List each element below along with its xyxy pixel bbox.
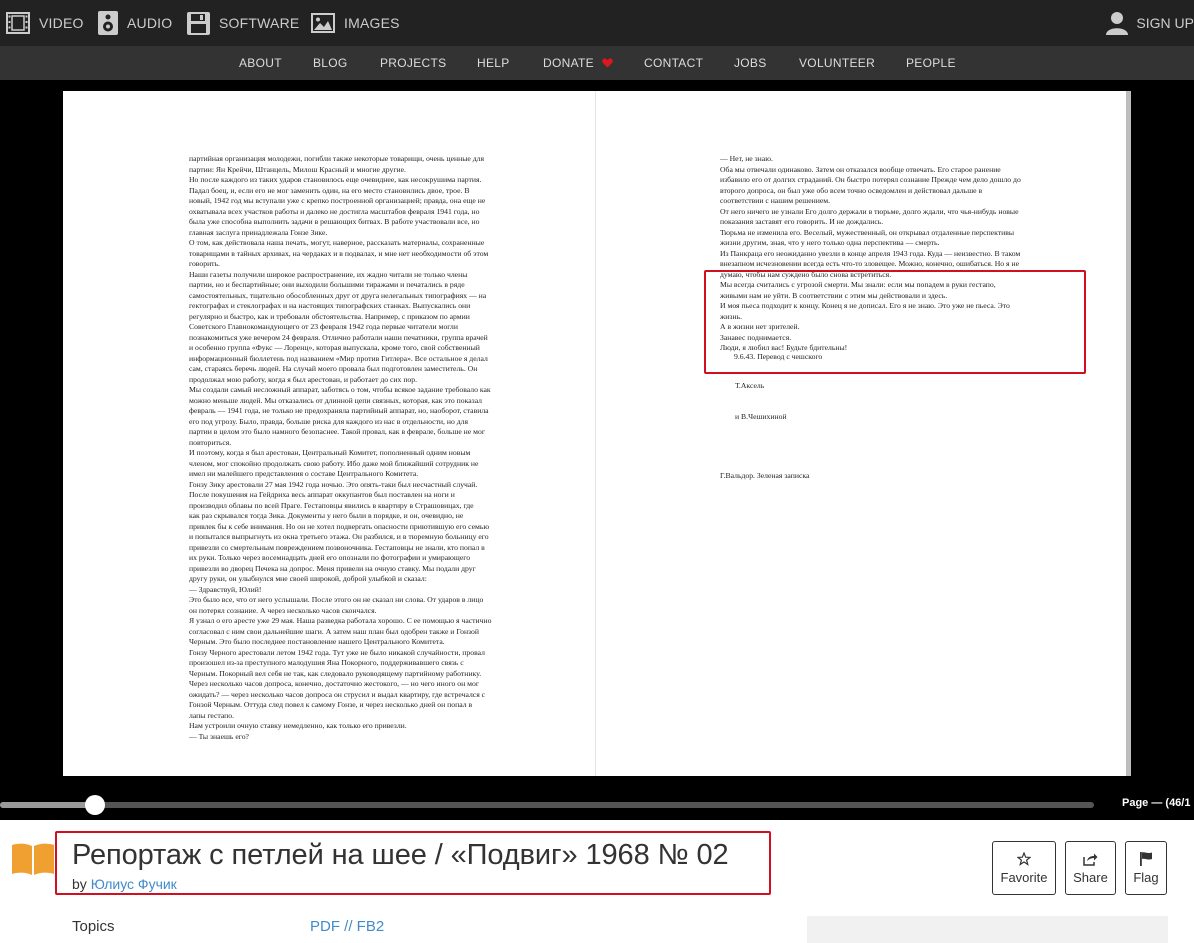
floppy-disk-icon	[187, 11, 210, 35]
user-icon	[1106, 12, 1129, 35]
nav-audio-label: AUDIO	[127, 15, 173, 31]
sign-up-link[interactable]: SIGN UP	[1106, 0, 1194, 46]
book-page-left[interactable]: партийная организация молодежи, погибли …	[63, 91, 595, 776]
subnav-volunteer[interactable]: VOLUNTEER	[799, 46, 875, 80]
book-icon	[12, 843, 54, 875]
topics-link[interactable]: PDF // FB2	[310, 918, 384, 935]
book-page-edge	[1126, 91, 1131, 776]
nav-video[interactable]: VIDEO	[6, 0, 84, 46]
page-scrubber-track[interactable]	[0, 802, 1094, 808]
subnav-donate[interactable]: DONATE	[543, 46, 613, 80]
speaker-icon	[98, 11, 118, 35]
film-icon	[6, 12, 30, 34]
page-scrubber-handle[interactable]	[85, 795, 105, 815]
secondary-navigation: ABOUT BLOG PROJECTS HELP DONATE CONTACT …	[0, 46, 1194, 80]
nav-audio[interactable]: AUDIO	[98, 0, 172, 46]
flag-button[interactable]: Flag	[1125, 841, 1167, 895]
nav-images-label: IMAGES	[344, 15, 400, 31]
side-panel	[807, 916, 1168, 943]
right-page-source: Г.Вальдор. Зеленая записка	[720, 471, 810, 480]
star-icon	[1017, 851, 1031, 866]
right-page-text-top: — Нет, не знаю. Оба мы отвечали одинаков…	[720, 154, 1021, 279]
right-page-translator-2: и В.Чешихиной	[735, 412, 787, 421]
share-label: Share	[1073, 869, 1108, 885]
subnav-about[interactable]: ABOUT	[239, 46, 282, 80]
heart-icon	[601, 58, 613, 68]
text-highlight-box	[704, 270, 1086, 374]
left-page-text: партийная организация молодежи, погибли …	[189, 154, 492, 741]
subnav-people[interactable]: PEOPLE	[906, 46, 956, 80]
flag-icon	[1140, 852, 1152, 866]
topics-label: Topics	[72, 918, 115, 935]
right-page-translator-1: Т.Аксель	[735, 381, 765, 390]
nav-video-label: VIDEO	[39, 15, 84, 31]
nav-software[interactable]: SOFTWARE	[187, 0, 299, 46]
title-highlight-box	[55, 831, 771, 895]
subnav-contact[interactable]: CONTACT	[644, 46, 703, 80]
book-page-right[interactable]: — Нет, не знаю. Оба мы отвечали одинаков…	[595, 91, 1126, 776]
page-number-label: Page — (46/1	[1122, 797, 1191, 809]
subnav-donate-label: DONATE	[543, 56, 594, 70]
nav-images[interactable]: IMAGES	[311, 0, 400, 46]
page-scrubber-progress	[0, 802, 95, 808]
share-button[interactable]: Share	[1065, 841, 1116, 895]
book-reader[interactable]: партийная организация молодежи, погибли …	[0, 80, 1194, 820]
subnav-blog[interactable]: BLOG	[313, 46, 348, 80]
favorite-button[interactable]: Favorite	[992, 841, 1056, 895]
share-icon	[1083, 853, 1098, 866]
subnav-help[interactable]: HELP	[477, 46, 510, 80]
top-navigation-bar: VIDEO AUDIO SOFTWARE IMAGES SIGN UP	[0, 0, 1194, 46]
nav-software-label: SOFTWARE	[219, 15, 300, 31]
subnav-jobs[interactable]: JOBS	[734, 46, 767, 80]
flag-label: Flag	[1133, 870, 1159, 885]
image-icon	[311, 13, 335, 33]
favorite-label: Favorite	[1000, 869, 1048, 885]
sign-up-label: SIGN UP	[1136, 15, 1194, 31]
subnav-projects[interactable]: PROJECTS	[380, 46, 446, 80]
